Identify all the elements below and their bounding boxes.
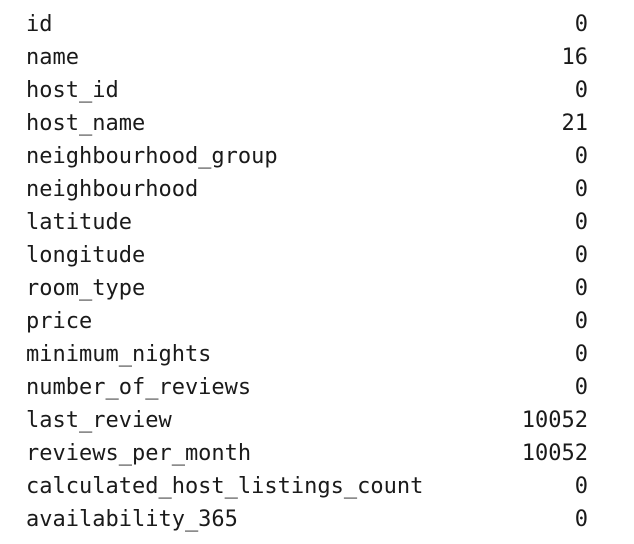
output-row-host-id: host_id 0 <box>26 74 588 107</box>
row-label: number_of_reviews <box>26 375 252 400</box>
row-value: 0 <box>574 243 588 268</box>
output-row-name: name 16 <box>26 41 588 74</box>
row-value: 0 <box>574 78 588 103</box>
row-label: last_review <box>26 408 172 433</box>
row-label: calculated_host_listings_count <box>26 474 424 499</box>
row-value: 0 <box>574 210 588 235</box>
row-label: neighbourhood <box>26 177 199 202</box>
output-row-availability-365: availability_365 0 <box>26 503 588 536</box>
output-row-reviews-per-month: reviews_per_month 10052 <box>26 437 588 470</box>
row-label: latitude <box>26 210 132 235</box>
row-label: host_id <box>26 78 119 103</box>
row-value: 0 <box>574 375 588 400</box>
output-row-neighbourhood-group: neighbourhood_group 0 <box>26 140 588 173</box>
output-row-latitude: latitude 0 <box>26 206 588 239</box>
output-row-price: price 0 <box>26 305 588 338</box>
output-row-id: id 0 <box>26 8 588 41</box>
row-value: 0 <box>574 309 588 334</box>
row-value: 0 <box>574 507 588 532</box>
output-row-host-name: host_name 21 <box>26 107 588 140</box>
row-label: id <box>26 12 53 37</box>
row-value: 0 <box>574 177 588 202</box>
output-row-number-of-reviews: number_of_reviews 0 <box>26 371 588 404</box>
output-row-neighbourhood: neighbourhood 0 <box>26 173 588 206</box>
output-row-longitude: longitude 0 <box>26 239 588 272</box>
row-value: 0 <box>574 342 588 367</box>
row-label: availability_365 <box>26 507 238 532</box>
row-label: longitude <box>26 243 146 268</box>
series-output: id 0 name 16 host_id 0 host_name 21 neig… <box>26 8 588 536</box>
row-label: name <box>26 45 79 70</box>
output-row-calculated-host-listings-count: calculated_host_listings_count 0 <box>26 470 588 503</box>
row-value: 0 <box>574 144 588 169</box>
row-label: room_type <box>26 276 146 301</box>
row-value: 21 <box>561 111 589 136</box>
row-value: 10052 <box>521 441 588 466</box>
output-row-minimum-nights: minimum_nights 0 <box>26 338 588 371</box>
output-row-room-type: room_type 0 <box>26 272 588 305</box>
row-value: 0 <box>574 12 588 37</box>
row-value: 0 <box>574 276 588 301</box>
row-label: neighbourhood_group <box>26 144 278 169</box>
row-value: 16 <box>561 45 589 70</box>
output-row-last-review: last_review 10052 <box>26 404 588 437</box>
row-value: 0 <box>574 474 588 499</box>
row-value: 10052 <box>521 408 588 433</box>
row-label: reviews_per_month <box>26 441 252 466</box>
row-label: minimum_nights <box>26 342 212 367</box>
row-label: host_name <box>26 111 146 136</box>
row-label: price <box>26 309 93 334</box>
